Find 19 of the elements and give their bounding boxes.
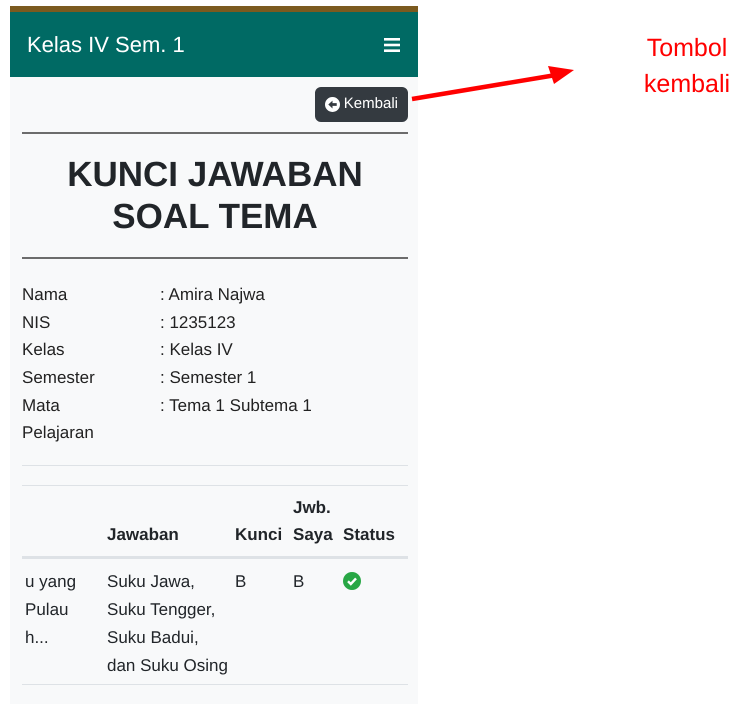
info-label: Kelas <box>22 339 66 362</box>
app-title: Kelas IV Sem. 1 <box>27 31 185 59</box>
info-label: Nama <box>22 284 68 306</box>
info-value: : Semester 1 <box>160 366 258 389</box>
page-heading: KUNCI JAWABAN SOAL TEMA <box>66 154 364 238</box>
table-cell: B <box>232 558 290 685</box>
info-value: : 1235123 <box>160 312 237 334</box>
info-label: NIS <box>22 312 52 334</box>
info-value: : Amira Najwa <box>160 284 266 306</box>
info-value: : Tema 1 Subtema 1 <box>160 394 313 417</box>
annotation-label: Tombol kembali <box>642 33 732 100</box>
info-value: : Kelas IV <box>160 339 234 362</box>
table-cell: u yang Pulau h... <box>22 558 104 685</box>
table-cell: B <box>290 558 340 685</box>
menu-icon[interactable] <box>384 38 400 52</box>
info-label: Mata Pelajaran <box>22 394 95 444</box>
table-cell: Suku Jawa, Suku Tengger, Suku Badui, dan Suku Osing <box>104 558 232 685</box>
back-button[interactable]: Kembali <box>314 87 408 122</box>
info-label: Semester <box>22 366 96 389</box>
